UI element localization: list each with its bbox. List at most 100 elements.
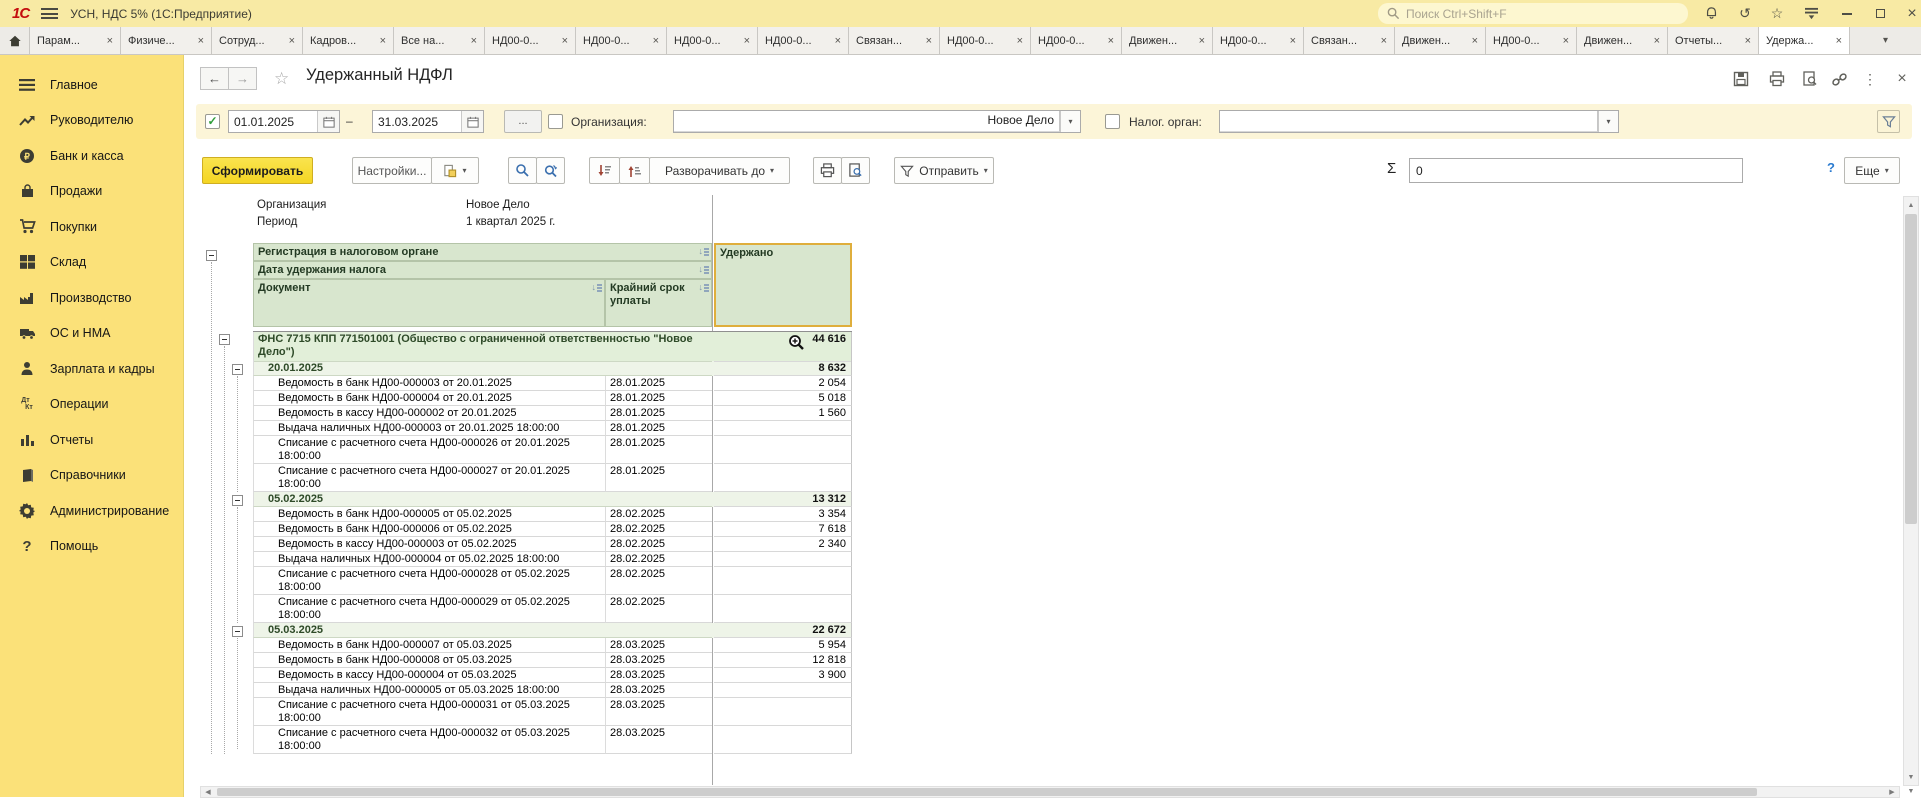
history-icon[interactable]: ↺ (1734, 3, 1756, 24)
tab-1[interactable]: Парам...× (30, 27, 121, 54)
horizontal-scrollbar[interactable]: ◀ ▶ (200, 786, 1900, 798)
tab-close-icon[interactable]: × (289, 35, 295, 47)
chevron-down-icon[interactable]: ▾ (1060, 111, 1080, 132)
expand-groups-button[interactable] (619, 157, 650, 184)
report-row-doc[interactable]: Списание с расчетного счета НД00-000028 … (253, 567, 852, 595)
expand-to-button[interactable]: Разворачивать до ▾ (649, 157, 790, 184)
send-button[interactable]: Отправить ▾ (894, 157, 994, 184)
group-expander[interactable] (219, 334, 230, 345)
tab-8[interactable]: НД00-0...× (667, 27, 758, 54)
tab-close-icon[interactable]: × (1654, 35, 1660, 47)
tab-9[interactable]: НД00-0...× (758, 27, 849, 54)
group-expander[interactable] (232, 495, 243, 506)
tab-close-icon[interactable]: × (926, 35, 932, 47)
tab-close-icon[interactable]: × (198, 35, 204, 47)
date-to-field[interactable] (372, 110, 484, 133)
tab-close-icon[interactable]: × (1472, 35, 1478, 47)
horizontal-scroll-thumb[interactable] (217, 788, 1757, 796)
print-button[interactable] (813, 157, 842, 184)
tab-4[interactable]: Кадров...× (303, 27, 394, 54)
sidebar-item-operacii[interactable]: Дт КтОперации (0, 387, 183, 423)
filter-settings-button[interactable] (1877, 110, 1900, 133)
tab-6[interactable]: НД00-0...× (485, 27, 576, 54)
tab-close-icon[interactable]: × (835, 35, 841, 47)
tab-close-icon[interactable]: × (1836, 35, 1842, 47)
tab-14[interactable]: НД00-0...× (1213, 27, 1304, 54)
header-registration[interactable]: Регистрация в налоговом органе ↓ (253, 243, 712, 261)
tab-11[interactable]: НД00-0...× (940, 27, 1031, 54)
tab-2[interactable]: Физиче...× (121, 27, 212, 54)
forward-button[interactable]: → (228, 67, 257, 90)
sidebar-item-os-i-nma[interactable]: ОС и НМА (0, 316, 183, 352)
sidebar-item-zarplata-i-kadry[interactable]: Зарплата и кадры (0, 351, 183, 387)
report-row-doc[interactable]: Списание с расчетного счета НД00-000031 … (253, 698, 852, 726)
find-next-button[interactable] (536, 157, 565, 184)
close-form-button[interactable]: × (1890, 69, 1914, 89)
org-combobox[interactable]: Новое Дело ▾ (673, 110, 1081, 133)
scroll-corner[interactable]: ▼ (1903, 786, 1919, 798)
print-preview-button[interactable] (841, 157, 870, 184)
preview-icon[interactable] (1798, 69, 1822, 89)
tab-13[interactable]: Движен...× (1122, 27, 1213, 54)
report-row-doc[interactable]: Ведомость в кассу НД00-000002 от 20.01.2… (253, 406, 852, 421)
scroll-up-arrow[interactable]: ▲ (1904, 197, 1918, 213)
report-row-doc[interactable]: Ведомость в банк НД00-000004 от 20.01.20… (253, 391, 852, 406)
report-row-org[interactable]: ФНС 7715 КПП 771501001 (Общество с огран… (253, 331, 852, 361)
report-row-doc[interactable]: Списание с расчетного счета НД00-000032 … (253, 726, 852, 754)
sidebar-item-sklad[interactable]: Склад (0, 245, 183, 281)
sidebar-item-spravochniki[interactable]: Справочники (0, 458, 183, 494)
sort-icon[interactable]: ↓ (699, 283, 710, 292)
close-window-button[interactable]: × (1901, 3, 1921, 24)
report-row-date[interactable]: 20.01.20258 632 (253, 361, 852, 376)
tab-3[interactable]: Сотруд...× (212, 27, 303, 54)
date-to-input[interactable] (373, 111, 461, 132)
report-row-date[interactable]: 05.03.202522 672 (253, 623, 852, 638)
save-icon[interactable] (1729, 69, 1753, 89)
find-button[interactable] (508, 157, 537, 184)
chevron-down-icon[interactable]: ▾ (1598, 111, 1618, 132)
tab-close-icon[interactable]: × (471, 35, 477, 47)
tab-15[interactable]: Связан...× (1304, 27, 1395, 54)
tab-close-icon[interactable]: × (1745, 35, 1751, 47)
report-row-doc[interactable]: Выдача наличных НД00-000004 от 05.02.202… (253, 552, 852, 567)
report-row-doc[interactable]: Списание с расчетного счета НД00-000029 … (253, 595, 852, 623)
report-row-doc[interactable]: Ведомость в банк НД00-000005 от 05.02.20… (253, 507, 852, 522)
sidebar-item-pokupki[interactable]: Покупки (0, 209, 183, 245)
sidebar-item-prodazhi[interactable]: Продажи (0, 174, 183, 210)
report-row-doc[interactable]: Выдача наличных НД00-000005 от 05.03.202… (253, 683, 852, 698)
collapse-groups-button[interactable] (589, 157, 620, 184)
tab-close-icon[interactable]: × (653, 35, 659, 47)
sidebar-item-otchety[interactable]: Отчеты (0, 422, 183, 458)
tab-12[interactable]: НД00-0...× (1031, 27, 1122, 54)
header-document[interactable]: Документ ↓ (253, 279, 605, 327)
minimize-button[interactable] (1836, 3, 1858, 24)
sidebar-item-pomosch[interactable]: ?Помощь (0, 529, 183, 565)
sidebar-item-bank-i-kassa[interactable]: ₽Банк и касса (0, 138, 183, 174)
generate-button[interactable]: Сформировать (202, 157, 313, 184)
tab-close-icon[interactable]: × (1199, 35, 1205, 47)
print-icon[interactable] (1765, 69, 1789, 89)
report-row-doc[interactable]: Ведомость в банк НД00-000007 от 05.03.20… (253, 638, 852, 653)
sidebar-item-glavnoe[interactable]: Главное (0, 67, 183, 103)
global-search[interactable] (1378, 3, 1688, 24)
tab-close-icon[interactable]: × (562, 35, 568, 47)
tab-close-icon[interactable]: × (1381, 35, 1387, 47)
autosum-field[interactable] (1409, 158, 1743, 183)
service-menu-icon[interactable] (1800, 3, 1822, 24)
notifications-bell-icon[interactable] (1700, 3, 1722, 24)
restore-button[interactable] (1869, 3, 1891, 24)
tax-combobox[interactable]: ▾ (1219, 110, 1619, 133)
report-row-doc[interactable]: Ведомость в кассу НД00-000004 от 05.03.2… (253, 668, 852, 683)
calendar-icon[interactable] (317, 111, 339, 132)
sort-icon[interactable]: ↓ (699, 265, 710, 274)
report-row-doc[interactable]: Списание с расчетного счета НД00-000027 … (253, 464, 852, 492)
tab-close-icon[interactable]: × (380, 35, 386, 47)
report-row-doc[interactable]: Выдача наличных НД00-000003 от 20.01.202… (253, 421, 852, 436)
favorite-star-icon[interactable]: ☆ (274, 69, 289, 89)
date-from-input[interactable] (229, 111, 317, 132)
org-checkbox[interactable] (548, 114, 563, 129)
sidebar-item-rukovoditelyu[interactable]: Руководителю (0, 103, 183, 139)
scroll-left-arrow[interactable]: ◀ (201, 784, 215, 800)
sidebar-item-administrirovanie[interactable]: Администрирование (0, 493, 183, 529)
calendar-icon[interactable] (461, 111, 483, 132)
